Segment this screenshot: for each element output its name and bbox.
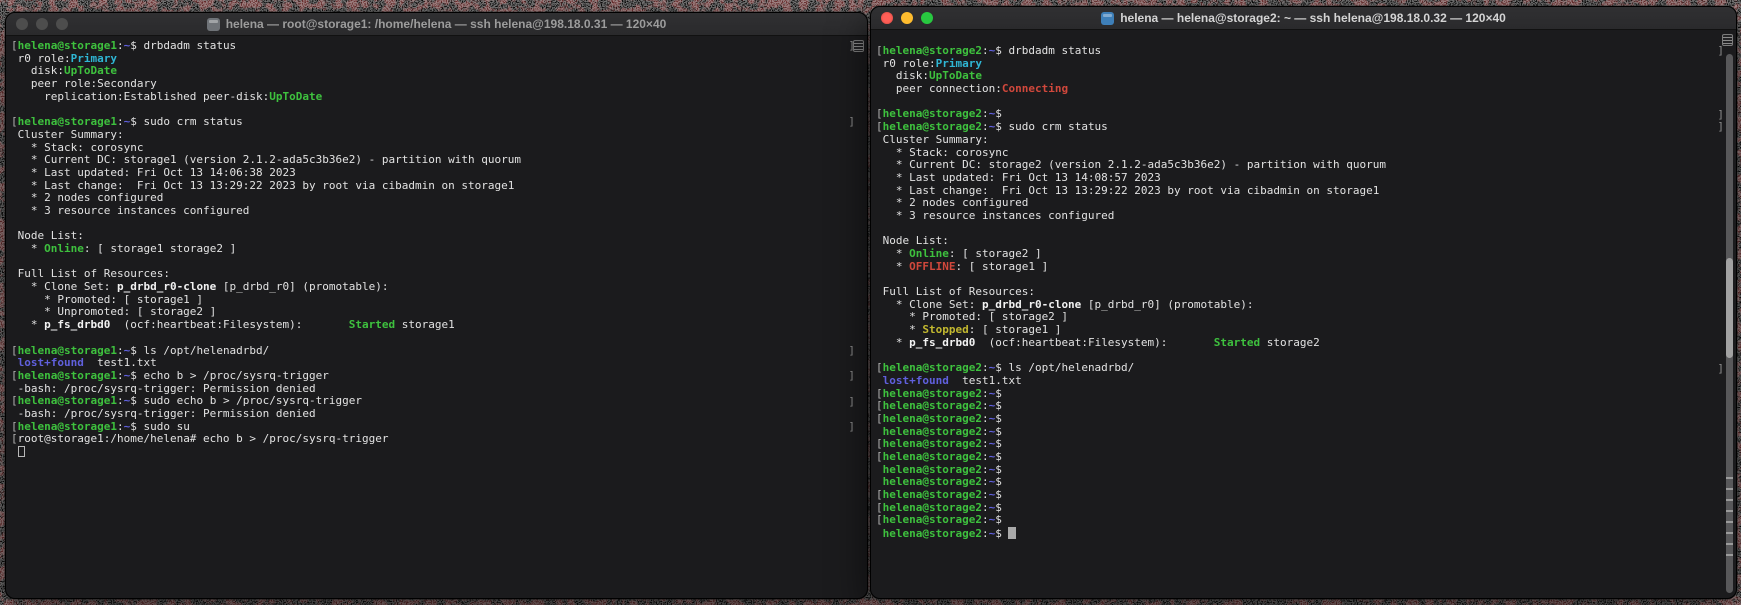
cursor xyxy=(1008,527,1016,539)
terminal-content[interactable]: [helena@storage1:~$ drbdadm status r0 ro… xyxy=(6,36,867,598)
terminal-line: [helena@storage2:~$ xyxy=(876,514,1722,527)
traffic-lights xyxy=(881,12,933,24)
close-button[interactable] xyxy=(16,18,28,30)
terminal-line: helena@storage2:~$ xyxy=(876,527,1722,540)
terminal-line: [helena@storage2:~$ xyxy=(876,388,1722,401)
close-button[interactable] xyxy=(881,12,893,24)
mark-navigation-icon xyxy=(853,40,864,52)
terminal-line xyxy=(876,223,1722,236)
terminal-line: peer connection:Connecting xyxy=(876,83,1722,96)
zoom-button[interactable] xyxy=(56,18,68,30)
titlebar[interactable]: helena — helena@storage2: ~ — ssh helena… xyxy=(871,7,1736,30)
minimize-button[interactable] xyxy=(36,18,48,30)
terminal-line: lost+found test1.txt xyxy=(876,375,1722,388)
terminal-line: [helena@storage1:~$ drbdadm status xyxy=(11,40,853,53)
cursor xyxy=(18,446,25,457)
terminal-pane: [helena@storage1:~$ drbdadm status r0 ro… xyxy=(11,40,853,459)
terminal-line: r0 role:Primary xyxy=(11,53,853,66)
terminal-line: [helena@storage2:~$ xyxy=(876,451,1722,464)
terminal-line: [root@storage1:/home/helena# echo b > /p… xyxy=(11,433,853,446)
zoom-button[interactable] xyxy=(921,12,933,24)
terminal-line: * 3 resource instances configured xyxy=(876,210,1722,223)
terminal-line: * 3 resource instances configured xyxy=(11,205,853,218)
terminal-line: [helena@storage2:~$ xyxy=(876,502,1722,515)
terminal-line: replication:Established peer-disk:UpToDa… xyxy=(11,91,853,104)
terminal-line: [helena@storage1:~$ sudo crm status xyxy=(11,116,853,129)
terminal-window-storage2: helena — helena@storage2: ~ — ssh helena… xyxy=(870,6,1737,599)
terminal-doc-icon xyxy=(1101,12,1114,25)
traffic-lights xyxy=(16,18,68,30)
terminal-line: * OFFLINE: [ storage1 ] xyxy=(876,261,1722,274)
scrollbar-mark-ticks xyxy=(1726,468,1733,556)
terminal-content[interactable]: [helena@storage2:~$ drbdadm status r0 ro… xyxy=(871,30,1736,598)
terminal-line xyxy=(876,96,1722,109)
terminal-line: * Online: [ storage1 storage2 ] xyxy=(11,243,853,256)
terminal-line: [helena@storage2:~$ xyxy=(876,400,1722,413)
terminal-line: [helena@storage2:~$ xyxy=(876,438,1722,451)
terminal-line: [helena@storage2:~$ sudo crm status xyxy=(876,121,1722,134)
window-title: helena — helena@storage2: ~ — ssh helena… xyxy=(1120,11,1506,25)
minimize-button[interactable] xyxy=(901,12,913,24)
terminal-line: [helena@storage2:~$ xyxy=(876,489,1722,502)
window-title: helena — root@storage1: /home/helena — s… xyxy=(226,17,667,31)
terminal-line: * p_fs_drbd0 (ocf:heartbeat:Filesystem):… xyxy=(876,337,1722,350)
terminal-line: helena@storage2:~$ xyxy=(876,464,1722,477)
terminal-pane: [helena@storage2:~$ drbdadm status r0 ro… xyxy=(876,45,1722,540)
terminal-line xyxy=(11,446,853,459)
terminal-line: [helena@storage2:~$ xyxy=(876,413,1722,426)
terminal-line: helena@storage2:~$ xyxy=(876,426,1722,439)
terminal-line: r0 role:Primary xyxy=(876,58,1722,71)
terminal-window-storage1: helena — root@storage1: /home/helena — s… xyxy=(5,12,868,599)
terminal-line: * p_fs_drbd0 (ocf:heartbeat:Filesystem):… xyxy=(11,319,853,332)
mark-navigation-icon xyxy=(1722,34,1733,46)
terminal-line xyxy=(11,218,853,231)
terminal-line: [helena@storage2:~$ drbdadm status xyxy=(876,45,1722,58)
terminal-doc-icon xyxy=(207,18,220,31)
terminal-line: helena@storage2:~$ xyxy=(876,476,1722,489)
titlebar[interactable]: helena — root@storage1: /home/helena — s… xyxy=(6,13,867,36)
scrollbar-thumb[interactable] xyxy=(1726,258,1733,358)
